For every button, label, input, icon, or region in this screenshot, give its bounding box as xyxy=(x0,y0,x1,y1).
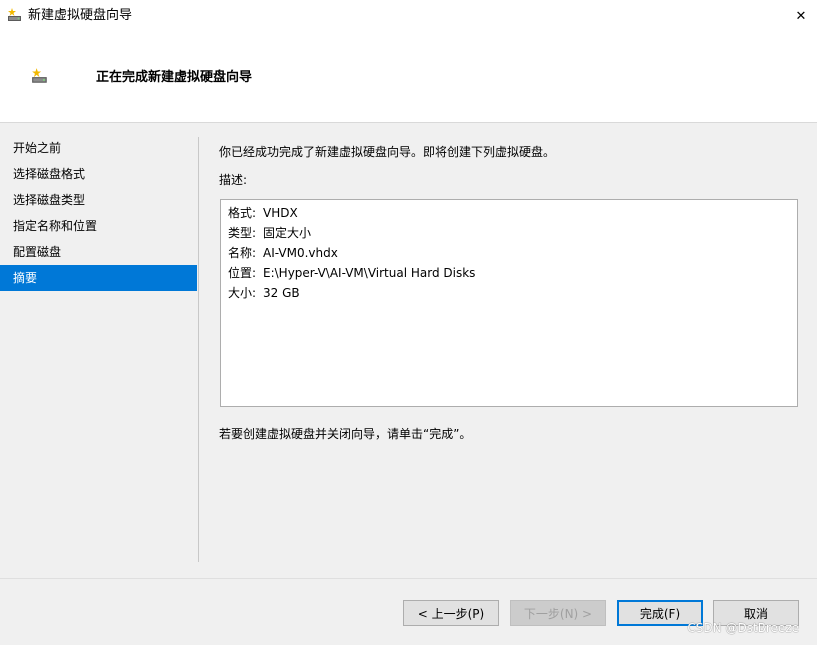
description-label: 描述: xyxy=(219,173,248,187)
detail-row-size: 大小: 32 GB xyxy=(228,285,300,301)
close-icon: ✕ xyxy=(795,8,807,24)
detail-key: 格式: xyxy=(228,206,257,220)
next-button[interactable]: 下一步(N) > xyxy=(510,600,606,626)
previous-button[interactable]: < 上一步(P) xyxy=(403,600,499,626)
detail-row-name: 名称: AI-VM0.vhdx xyxy=(228,245,338,261)
nav-item-choose-format[interactable]: 选择磁盘格式 xyxy=(0,161,197,187)
detail-row-location: 位置: E:\Hyper-V\AI-VM\Virtual Hard Disks xyxy=(228,265,475,281)
nav-item-before-you-begin[interactable]: 开始之前 xyxy=(0,135,197,161)
disk-wizard-icon xyxy=(7,7,23,23)
title-bar: 新建虚拟硬盘向导 ✕ xyxy=(0,0,817,32)
detail-key: 位置: xyxy=(228,266,257,280)
detail-value: AI-VM0.vhdx xyxy=(263,246,338,260)
nav-item-name-location[interactable]: 指定名称和位置 xyxy=(0,213,197,239)
disk-wizard-icon xyxy=(31,67,49,85)
wizard-steps-nav: 开始之前 选择磁盘格式 选择磁盘类型 指定名称和位置 配置磁盘 摘要 xyxy=(0,135,197,291)
page-title: 正在完成新建虚拟硬盘向导 xyxy=(96,70,253,85)
detail-key: 名称: xyxy=(228,246,257,260)
nav-item-choose-type[interactable]: 选择磁盘类型 xyxy=(0,187,197,213)
detail-key: 大小: xyxy=(228,286,257,300)
button-bar: < 上一步(P) 下一步(N) > 完成(F) 取消 CSDN @DstBree… xyxy=(0,578,817,645)
intro-text: 你已经成功完成了新建虚拟硬盘向导。即将创建下列虚拟硬盘。 xyxy=(219,145,556,159)
wizard-header: 正在完成新建虚拟硬盘向导 xyxy=(0,32,817,123)
detail-key: 类型: xyxy=(228,226,257,240)
detail-row-type: 类型: 固定大小 xyxy=(228,225,311,241)
finish-hint-text: 若要创建虚拟硬盘并关闭向导，请单击“完成”。 xyxy=(219,427,472,441)
details-box[interactable]: 格式: VHDX 类型: 固定大小 名称: AI-VM0.vhdx 位置: E:\Hyp… xyxy=(220,199,798,407)
nav-divider xyxy=(198,137,199,562)
window-title: 新建虚拟硬盘向导 xyxy=(28,8,133,23)
detail-value: 32 GB xyxy=(263,286,300,300)
detail-value: 固定大小 xyxy=(263,226,312,240)
close-button[interactable]: ✕ xyxy=(785,0,817,32)
detail-row-format: 格式: VHDX xyxy=(228,205,298,221)
nav-item-summary[interactable]: 摘要 xyxy=(0,265,197,291)
detail-value: VHDX xyxy=(263,206,298,220)
watermark: CSDN @DstBreeze xyxy=(687,621,799,635)
detail-value: E:\Hyper-V\AI-VM\Virtual Hard Disks xyxy=(263,266,476,280)
nav-item-configure-disk[interactable]: 配置磁盘 xyxy=(0,239,197,265)
